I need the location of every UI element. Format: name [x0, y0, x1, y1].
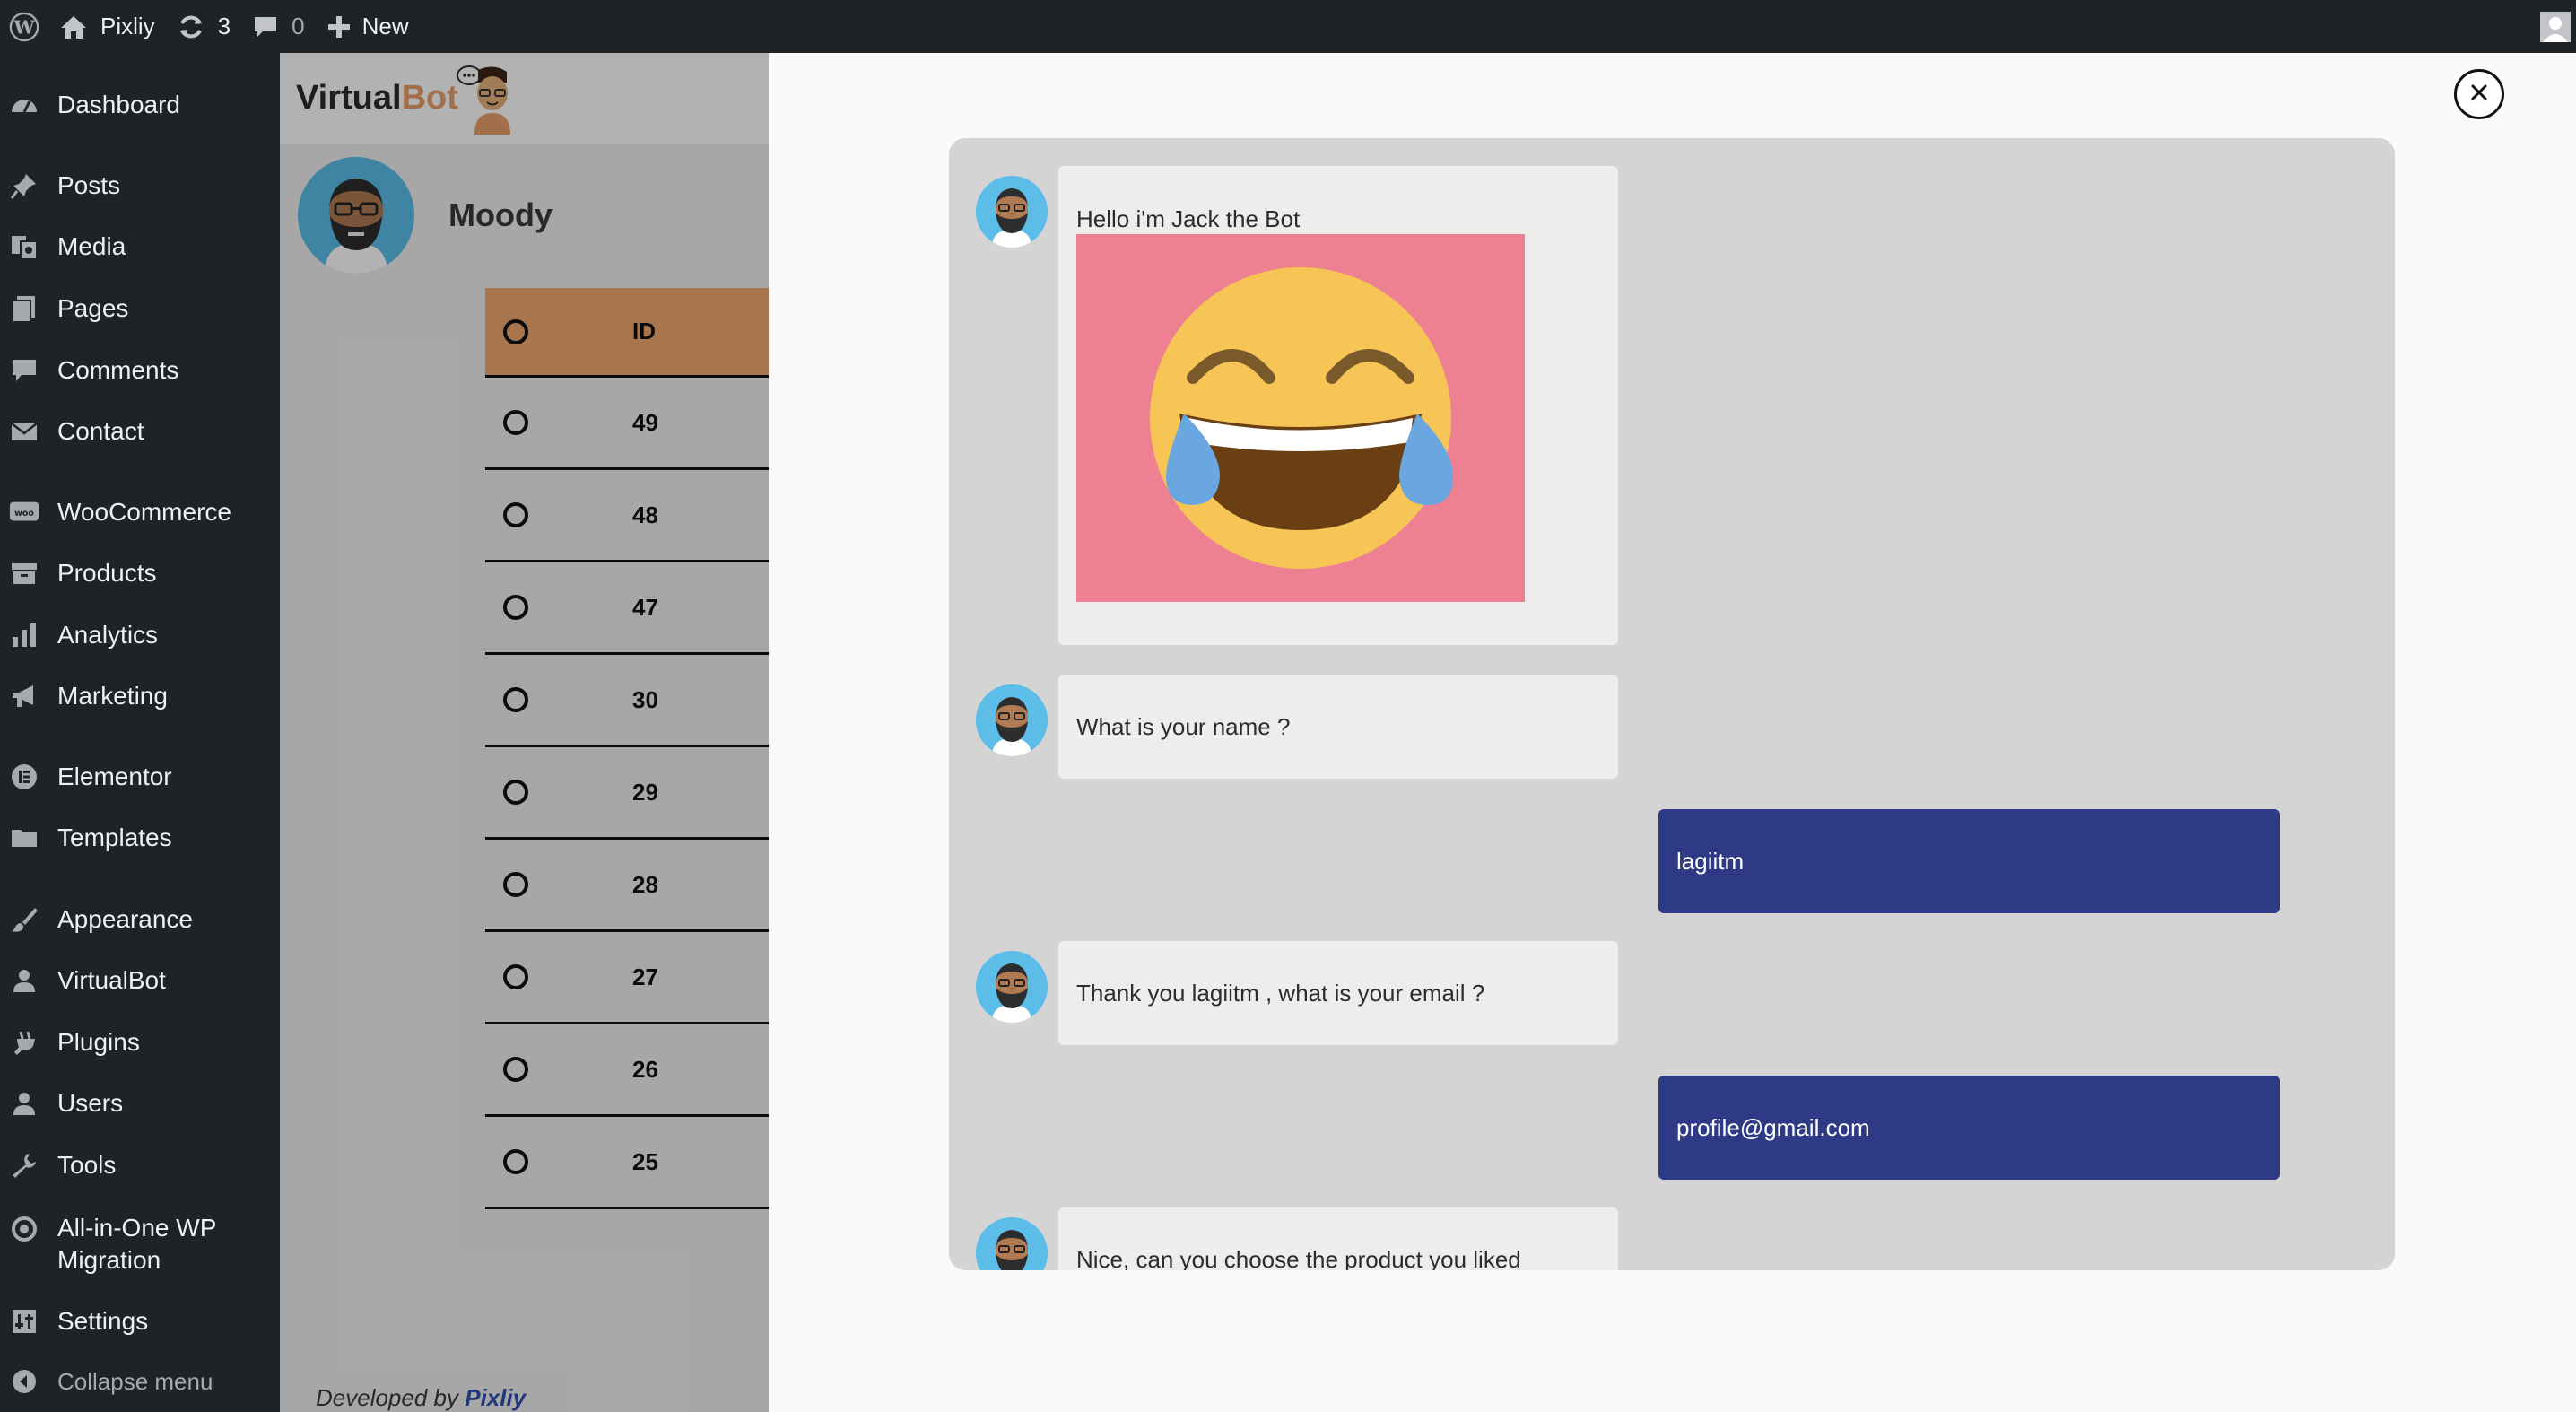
user-avatar[interactable]: [2540, 11, 2571, 42]
menu-item-appearance[interactable]: Appearance: [0, 903, 280, 936]
migration-icon: [9, 1214, 39, 1244]
comments-link[interactable]: 0: [241, 0, 315, 53]
menu-item-plugins[interactable]: Plugins: [0, 1026, 280, 1059]
laughing-emoji-image: [1076, 234, 1525, 602]
close-icon: [2469, 83, 2489, 107]
modal-backdrop[interactable]: [280, 53, 769, 1412]
home-icon: [59, 13, 88, 40]
wrench-icon: [9, 1150, 39, 1181]
updates-count: 3: [217, 13, 231, 39]
menu-item-settings[interactable]: Settings: [0, 1305, 280, 1338]
megaphone-icon: [9, 681, 39, 711]
updates-link[interactable]: 3: [166, 0, 241, 53]
comment-icon: [9, 355, 39, 386]
user-message: profile@gmail.com: [1658, 1076, 2280, 1180]
menu-item-marketing[interactable]: Marketing: [0, 680, 280, 712]
menu-item-pages[interactable]: Pages: [0, 292, 280, 325]
menu-item-comments[interactable]: Comments: [0, 354, 280, 387]
bar-chart-icon: [9, 620, 39, 650]
menu-item-all-in-one-migration[interactable]: All-in-One WP Migration: [0, 1212, 280, 1277]
menu-item-virtualbot[interactable]: VirtualBot: [0, 964, 280, 997]
menu-item-tools[interactable]: Tools: [0, 1149, 280, 1181]
plus-icon: [326, 14, 352, 39]
conversation-modal: Hello i'm Jack the Bot What is your name: [769, 53, 2576, 1412]
admin-sidebar: Dashboard Posts Media Pages Comments Con…: [0, 53, 280, 1412]
menu-item-posts[interactable]: Posts: [0, 170, 280, 202]
user-icon: [9, 965, 39, 996]
archive-icon: [9, 558, 39, 588]
dashboard-icon: [9, 90, 39, 120]
svg-text:W: W: [13, 15, 35, 38]
brush-icon: [9, 904, 39, 935]
folder-icon: [9, 823, 39, 853]
site-name: Pixliy: [100, 13, 155, 39]
comment-bubble-icon: [252, 13, 279, 40]
site-name-link[interactable]: Pixliy: [48, 0, 166, 53]
woo-icon: woo: [9, 497, 39, 527]
collapse-menu-button[interactable]: Collapse menu: [0, 1365, 280, 1398]
refresh-icon: [177, 13, 205, 41]
bot-avatar: [976, 1217, 1048, 1270]
menu-item-templates[interactable]: Templates: [0, 822, 280, 854]
comments-count: 0: [292, 13, 305, 39]
bot-message: Nice, can you choose the product you lik…: [1058, 1207, 1618, 1270]
bot-message: Hello i'm Jack the Bot: [1058, 166, 1618, 645]
menu-item-media[interactable]: Media: [0, 231, 280, 263]
bot-message: Thank you lagiitm , what is your email ?: [1058, 941, 1618, 1045]
pages-icon: [9, 293, 39, 324]
menu-item-contact[interactable]: Contact: [0, 415, 280, 448]
collapse-arrow-icon: [9, 1366, 39, 1397]
close-modal-button[interactable]: [2454, 69, 2504, 119]
plugin-icon: [9, 1027, 39, 1058]
new-content-link[interactable]: New: [316, 0, 420, 53]
bot-avatar: [976, 951, 1048, 1023]
chat-transcript[interactable]: Hello i'm Jack the Bot What is your name: [949, 138, 2395, 1270]
media-icon: [9, 231, 39, 262]
bot-message: What is your name ?: [1058, 675, 1618, 779]
admin-bar: W Pixliy 3 0 New: [0, 0, 2576, 53]
mail-icon: [9, 416, 39, 447]
user-message: lagiitm: [1658, 809, 2280, 913]
menu-item-users[interactable]: Users: [0, 1087, 280, 1120]
svg-text:woo: woo: [14, 509, 34, 519]
users-icon: [9, 1088, 39, 1119]
menu-item-elementor[interactable]: Elementor: [0, 761, 280, 793]
menu-item-dashboard[interactable]: Dashboard: [0, 89, 280, 121]
wordpress-logo-icon[interactable]: W: [0, 0, 48, 53]
new-label: New: [361, 13, 409, 39]
menu-item-woocommerce[interactable]: woo WooCommerce: [0, 496, 280, 528]
menu-item-analytics[interactable]: Analytics: [0, 619, 280, 651]
pin-icon: [9, 170, 39, 201]
bot-avatar: [976, 684, 1048, 756]
menu-item-products[interactable]: Products: [0, 557, 280, 589]
bot-avatar: [976, 176, 1048, 248]
elementor-icon: [9, 762, 39, 792]
settings-icon: [9, 1306, 39, 1337]
